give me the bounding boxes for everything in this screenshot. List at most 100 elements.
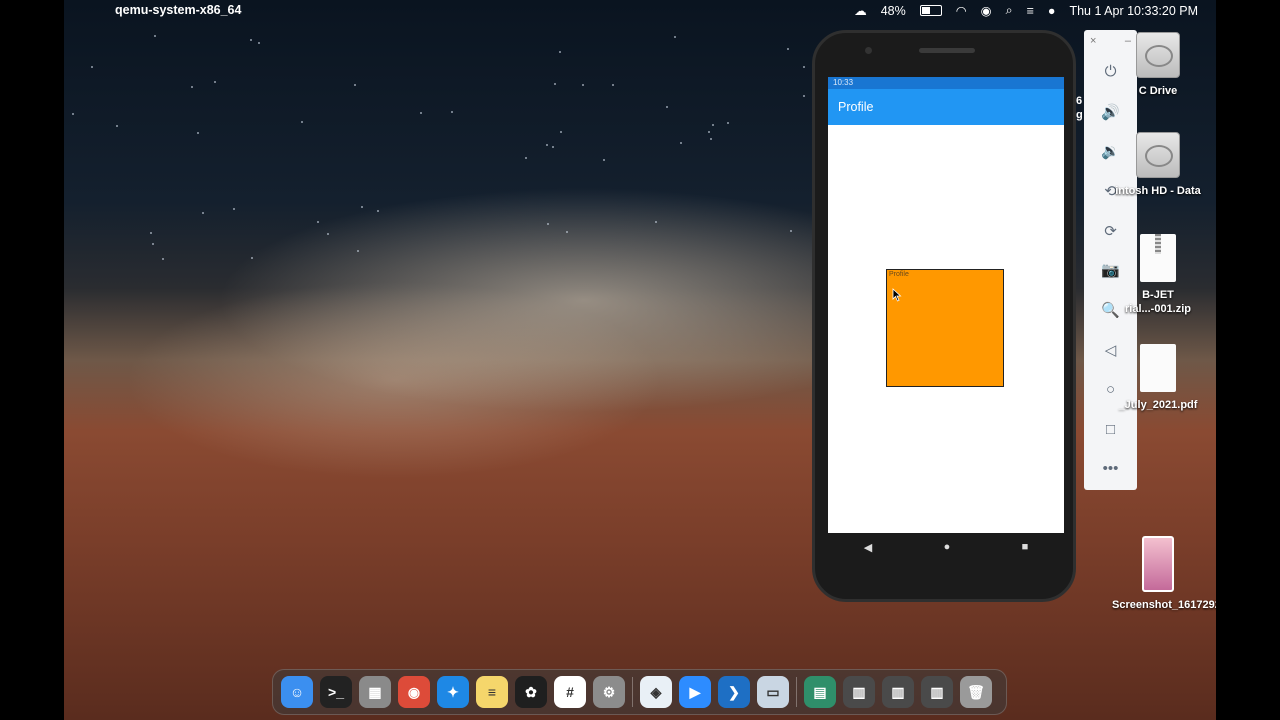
star bbox=[451, 111, 453, 113]
star bbox=[655, 221, 657, 223]
star bbox=[258, 42, 260, 44]
star bbox=[377, 210, 379, 212]
star bbox=[603, 159, 605, 161]
figma-icon[interactable]: ✿ bbox=[515, 676, 547, 708]
recent-app-3-icon[interactable]: ▥ bbox=[921, 676, 953, 708]
partial-desktop-label: 6 g bbox=[1076, 95, 1083, 121]
star bbox=[559, 51, 561, 53]
user-icon[interactable]: ◉ bbox=[981, 3, 992, 18]
star bbox=[154, 35, 156, 37]
star bbox=[680, 142, 682, 144]
star bbox=[787, 48, 789, 50]
battery-percent: 48% bbox=[880, 3, 906, 18]
android-studio-icon[interactable]: ◈ bbox=[640, 676, 672, 708]
star bbox=[803, 95, 805, 97]
star bbox=[357, 250, 359, 252]
app-name[interactable]: qemu-system-x86_64 bbox=[115, 3, 241, 17]
preview-icon[interactable]: ▭ bbox=[757, 676, 789, 708]
trash-icon[interactable]: 🗑 bbox=[960, 676, 992, 708]
star bbox=[666, 106, 668, 108]
star bbox=[91, 66, 93, 68]
wifi-icon[interactable]: ◠ bbox=[956, 3, 967, 18]
desktop-icon-zip[interactable]: B-JET rial...-001.zip bbox=[1112, 234, 1204, 316]
dock-separator bbox=[632, 677, 633, 707]
notes-icon[interactable]: ≡ bbox=[476, 676, 508, 708]
battery-icon[interactable] bbox=[919, 5, 942, 16]
more-icon[interactable]: ••• bbox=[1084, 449, 1137, 489]
hard-drive-icon bbox=[1136, 32, 1180, 78]
star bbox=[612, 84, 614, 86]
desktop-screen: qemu-system-x86_64 ☁ 48% ◠ ◉ ⌕ ≡ ● Thu 1… bbox=[64, 0, 1216, 720]
front-camera bbox=[865, 47, 872, 54]
vscode-icon[interactable]: ❯ bbox=[718, 676, 750, 708]
recent-app-2-icon[interactable]: ▥ bbox=[882, 676, 914, 708]
android-nav-bar: ◀ ● ■ bbox=[828, 533, 1064, 561]
menu-bar: qemu-system-x86_64 ☁ 48% ◠ ◉ ⌕ ≡ ● Thu 1… bbox=[64, 0, 1216, 22]
nav-back-button[interactable]: ◀ bbox=[864, 541, 872, 554]
star bbox=[525, 157, 527, 159]
star bbox=[233, 208, 235, 210]
control-center-icon[interactable]: ≡ bbox=[1027, 4, 1034, 18]
dock-separator bbox=[796, 677, 797, 707]
recent-app-1-icon[interactable]: ▥ bbox=[843, 676, 875, 708]
siri-icon[interactable]: ● bbox=[1048, 4, 1056, 18]
desktop-icon-label: B-JET rial...-001.zip bbox=[1124, 289, 1192, 315]
system-preferences-icon[interactable]: ⚙ bbox=[593, 676, 625, 708]
android-status-bar: 10:33 bbox=[828, 77, 1064, 89]
png-file-icon bbox=[1142, 536, 1174, 592]
app-bar-title: Profile bbox=[838, 100, 874, 114]
pdf-file-icon bbox=[1140, 344, 1176, 392]
star bbox=[420, 112, 422, 114]
terminal-icon[interactable]: >_ bbox=[320, 676, 352, 708]
menu-extras: ☁ 48% ◠ ◉ ⌕ ≡ ● Thu 1 Apr 10:33:20 PM bbox=[854, 3, 1198, 18]
finder-icon[interactable]: ☺ bbox=[281, 676, 313, 708]
star bbox=[197, 132, 199, 134]
star bbox=[554, 83, 556, 85]
zoom-app-icon[interactable]: ▶ bbox=[679, 676, 711, 708]
desktop-icon-label: C Drive bbox=[1138, 85, 1178, 97]
desktop-icon-pdf[interactable]: _July_2021.pdf bbox=[1112, 344, 1204, 412]
star bbox=[803, 66, 805, 68]
star bbox=[566, 231, 568, 233]
star bbox=[191, 86, 193, 88]
nav-home-button[interactable]: ● bbox=[944, 541, 951, 553]
emulator-display[interactable]: 10:33 Profile Profile bbox=[828, 77, 1064, 533]
emulator-phone-frame: 10:33 Profile Profile ◀ ● ■ bbox=[812, 30, 1076, 602]
chrome-icon[interactable]: ◉ bbox=[398, 676, 430, 708]
star bbox=[582, 84, 584, 86]
star bbox=[727, 122, 729, 124]
hard-drive-icon bbox=[1136, 132, 1180, 178]
star bbox=[361, 206, 363, 208]
star bbox=[214, 81, 216, 83]
slack-icon[interactable]: # bbox=[554, 676, 586, 708]
panel-close-button[interactable]: × bbox=[1090, 30, 1096, 52]
downloads-stack-icon[interactable]: ▤ bbox=[804, 676, 836, 708]
dock: ☺ >_ ▦ ◉ ✦ ≡ ✿ # ⚙ ◈ ▶ ❯ ▭ ▤ ▥ ▥ ▥ 🗑 bbox=[272, 669, 1007, 715]
star bbox=[708, 131, 710, 133]
spotlight-search-icon[interactable]: ⌕ bbox=[1006, 3, 1013, 18]
star bbox=[547, 223, 549, 225]
desktop-icon-label: _July_2021.pdf bbox=[1118, 399, 1198, 411]
star bbox=[72, 113, 74, 115]
desktop-icon-screenshot[interactable]: Screenshot_1617292113.png bbox=[1112, 536, 1216, 612]
star bbox=[116, 125, 118, 127]
clock-datetime[interactable]: Thu 1 Apr 10:33:20 PM bbox=[1069, 4, 1198, 18]
desktop-icon-data-drive[interactable]: intosh HD - Data bbox=[1112, 132, 1204, 198]
desktop-icon-label: intosh HD - Data bbox=[1115, 185, 1201, 197]
nav-recents-button[interactable]: ■ bbox=[1022, 541, 1029, 553]
mouse-cursor-icon bbox=[892, 288, 902, 302]
star bbox=[250, 39, 252, 41]
star bbox=[251, 257, 253, 259]
zip-file-icon bbox=[1140, 234, 1176, 282]
star bbox=[552, 146, 554, 148]
star bbox=[674, 36, 676, 38]
desktop-icon-c-drive[interactable]: C Drive bbox=[1112, 32, 1204, 98]
star bbox=[560, 131, 562, 133]
speaker-grille bbox=[919, 48, 975, 53]
star bbox=[152, 243, 154, 245]
overview-icon[interactable]: □ bbox=[1084, 409, 1137, 449]
profile-box[interactable]: Profile bbox=[886, 269, 1004, 387]
creative-cloud-icon[interactable]: ☁ bbox=[854, 3, 867, 18]
safari-icon[interactable]: ✦ bbox=[437, 676, 469, 708]
launchpad-icon[interactable]: ▦ bbox=[359, 676, 391, 708]
